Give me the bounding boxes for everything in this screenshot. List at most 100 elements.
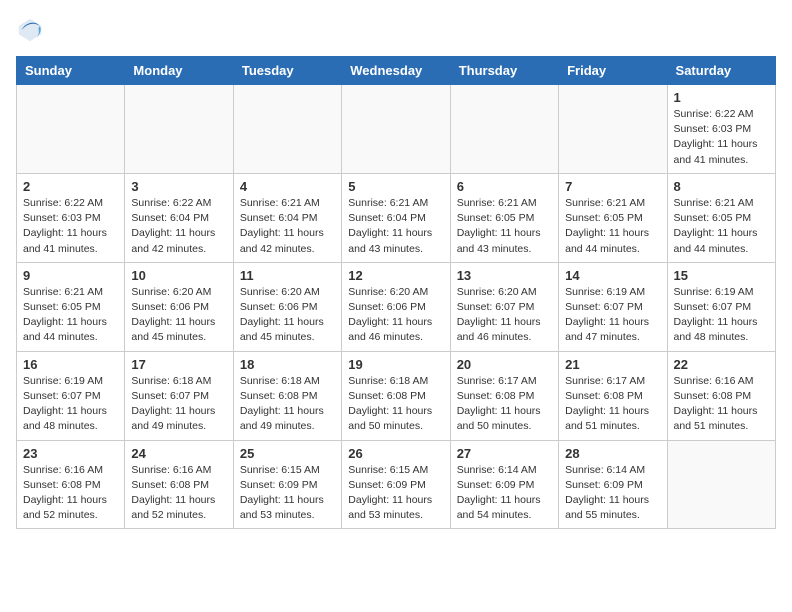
calendar-cell: 7 Sunrise: 6:21 AM Sunset: 6:05 PM Daylig…	[559, 173, 667, 262]
calendar-table: SundayMondayTuesdayWednesdayThursdayFrid…	[16, 56, 776, 529]
calendar-week-row: 16 Sunrise: 6:19 AM Sunset: 6:07 PM Dayli…	[17, 351, 776, 440]
calendar-cell: 15 Sunrise: 6:19 AM Sunset: 6:07 PM Dayli…	[667, 262, 775, 351]
day-number: 8	[674, 179, 769, 194]
calendar-cell: 11 Sunrise: 6:20 AM Sunset: 6:06 PM Dayli…	[233, 262, 341, 351]
day-number: 9	[23, 268, 118, 283]
calendar-cell: 21 Sunrise: 6:17 AM Sunset: 6:08 PM Dayli…	[559, 351, 667, 440]
calendar-cell	[342, 85, 450, 174]
day-number: 25	[240, 446, 335, 461]
day-number: 11	[240, 268, 335, 283]
day-info: Sunrise: 6:20 AM Sunset: 6:06 PM Dayligh…	[348, 285, 443, 346]
weekday-header-wednesday: Wednesday	[342, 57, 450, 85]
day-info: Sunrise: 6:21 AM Sunset: 6:05 PM Dayligh…	[23, 285, 118, 346]
calendar-cell: 26 Sunrise: 6:15 AM Sunset: 6:09 PM Dayli…	[342, 440, 450, 529]
day-info: Sunrise: 6:16 AM Sunset: 6:08 PM Dayligh…	[674, 374, 769, 435]
day-info: Sunrise: 6:16 AM Sunset: 6:08 PM Dayligh…	[131, 463, 226, 524]
day-number: 4	[240, 179, 335, 194]
calendar-week-row: 23 Sunrise: 6:16 AM Sunset: 6:08 PM Dayli…	[17, 440, 776, 529]
day-number: 7	[565, 179, 660, 194]
day-number: 6	[457, 179, 552, 194]
calendar-cell	[667, 440, 775, 529]
day-info: Sunrise: 6:21 AM Sunset: 6:05 PM Dayligh…	[565, 196, 660, 257]
calendar-cell	[450, 85, 558, 174]
day-info: Sunrise: 6:19 AM Sunset: 6:07 PM Dayligh…	[674, 285, 769, 346]
day-info: Sunrise: 6:20 AM Sunset: 6:06 PM Dayligh…	[240, 285, 335, 346]
calendar-cell: 18 Sunrise: 6:18 AM Sunset: 6:08 PM Dayli…	[233, 351, 341, 440]
calendar-week-row: 2Sunrise: 6:22 AM Sunset: 6:03 PM Daylig…	[17, 173, 776, 262]
day-number: 2	[23, 179, 118, 194]
day-number: 16	[23, 357, 118, 372]
day-info: Sunrise: 6:21 AM Sunset: 6:04 PM Dayligh…	[240, 196, 335, 257]
calendar-cell: 10 Sunrise: 6:20 AM Sunset: 6:06 PM Dayli…	[125, 262, 233, 351]
day-info: Sunrise: 6:21 AM Sunset: 6:05 PM Dayligh…	[674, 196, 769, 257]
calendar-cell: 2Sunrise: 6:22 AM Sunset: 6:03 PM Daylig…	[17, 173, 125, 262]
day-number: 14	[565, 268, 660, 283]
day-info: Sunrise: 6:21 AM Sunset: 6:04 PM Dayligh…	[348, 196, 443, 257]
day-info: Sunrise: 6:18 AM Sunset: 6:08 PM Dayligh…	[348, 374, 443, 435]
calendar-cell	[559, 85, 667, 174]
day-info: Sunrise: 6:16 AM Sunset: 6:08 PM Dayligh…	[23, 463, 118, 524]
day-number: 3	[131, 179, 226, 194]
day-number: 18	[240, 357, 335, 372]
weekday-header-sunday: Sunday	[17, 57, 125, 85]
calendar-cell: 17 Sunrise: 6:18 AM Sunset: 6:07 PM Dayli…	[125, 351, 233, 440]
weekday-header-friday: Friday	[559, 57, 667, 85]
day-number: 5	[348, 179, 443, 194]
calendar-cell	[233, 85, 341, 174]
weekday-header-thursday: Thursday	[450, 57, 558, 85]
day-info: Sunrise: 6:17 AM Sunset: 6:08 PM Dayligh…	[565, 374, 660, 435]
day-info: Sunrise: 6:15 AM Sunset: 6:09 PM Dayligh…	[240, 463, 335, 524]
day-info: Sunrise: 6:20 AM Sunset: 6:06 PM Dayligh…	[131, 285, 226, 346]
calendar-week-row: 9 Sunrise: 6:21 AM Sunset: 6:05 PM Daylig…	[17, 262, 776, 351]
day-number: 20	[457, 357, 552, 372]
weekday-header-saturday: Saturday	[667, 57, 775, 85]
calendar-cell: 6 Sunrise: 6:21 AM Sunset: 6:05 PM Daylig…	[450, 173, 558, 262]
day-info: Sunrise: 6:15 AM Sunset: 6:09 PM Dayligh…	[348, 463, 443, 524]
calendar-cell: 3 Sunrise: 6:22 AM Sunset: 6:04 PM Daylig…	[125, 173, 233, 262]
day-info: Sunrise: 6:18 AM Sunset: 6:07 PM Dayligh…	[131, 374, 226, 435]
day-info: Sunrise: 6:14 AM Sunset: 6:09 PM Dayligh…	[565, 463, 660, 524]
calendar-cell: 19Sunrise: 6:18 AM Sunset: 6:08 PM Dayli…	[342, 351, 450, 440]
calendar-cell: 28 Sunrise: 6:14 AM Sunset: 6:09 PM Dayli…	[559, 440, 667, 529]
day-info: Sunrise: 6:17 AM Sunset: 6:08 PM Dayligh…	[457, 374, 552, 435]
day-number: 27	[457, 446, 552, 461]
day-info: Sunrise: 6:19 AM Sunset: 6:07 PM Dayligh…	[23, 374, 118, 435]
day-info: Sunrise: 6:14 AM Sunset: 6:09 PM Dayligh…	[457, 463, 552, 524]
day-info: Sunrise: 6:19 AM Sunset: 6:07 PM Dayligh…	[565, 285, 660, 346]
weekday-header-tuesday: Tuesday	[233, 57, 341, 85]
day-number: 12	[348, 268, 443, 283]
day-number: 26	[348, 446, 443, 461]
day-info: Sunrise: 6:18 AM Sunset: 6:08 PM Dayligh…	[240, 374, 335, 435]
calendar-cell: 16 Sunrise: 6:19 AM Sunset: 6:07 PM Dayli…	[17, 351, 125, 440]
day-info: Sunrise: 6:20 AM Sunset: 6:07 PM Dayligh…	[457, 285, 552, 346]
weekday-header-row: SundayMondayTuesdayWednesdayThursdayFrid…	[17, 57, 776, 85]
calendar-cell: 23 Sunrise: 6:16 AM Sunset: 6:08 PM Dayli…	[17, 440, 125, 529]
calendar-cell: 9 Sunrise: 6:21 AM Sunset: 6:05 PM Daylig…	[17, 262, 125, 351]
day-info: Sunrise: 6:22 AM Sunset: 6:03 PM Dayligh…	[674, 107, 769, 168]
day-number: 21	[565, 357, 660, 372]
calendar-cell: 4 Sunrise: 6:21 AM Sunset: 6:04 PM Daylig…	[233, 173, 341, 262]
calendar-cell: 25 Sunrise: 6:15 AM Sunset: 6:09 PM Dayli…	[233, 440, 341, 529]
calendar-cell: 20 Sunrise: 6:17 AM Sunset: 6:08 PM Dayli…	[450, 351, 558, 440]
calendar-cell: 8 Sunrise: 6:21 AM Sunset: 6:05 PM Daylig…	[667, 173, 775, 262]
calendar-week-row: 1Sunrise: 6:22 AM Sunset: 6:03 PM Daylig…	[17, 85, 776, 174]
calendar-cell: 24 Sunrise: 6:16 AM Sunset: 6:08 PM Dayli…	[125, 440, 233, 529]
day-number: 23	[23, 446, 118, 461]
day-info: Sunrise: 6:21 AM Sunset: 6:05 PM Dayligh…	[457, 196, 552, 257]
day-number: 15	[674, 268, 769, 283]
day-number: 24	[131, 446, 226, 461]
weekday-header-monday: Monday	[125, 57, 233, 85]
logo-icon	[16, 16, 44, 44]
day-number: 28	[565, 446, 660, 461]
calendar-cell	[17, 85, 125, 174]
day-number: 17	[131, 357, 226, 372]
day-info: Sunrise: 6:22 AM Sunset: 6:04 PM Dayligh…	[131, 196, 226, 257]
calendar-cell: 14 Sunrise: 6:19 AM Sunset: 6:07 PM Dayli…	[559, 262, 667, 351]
calendar-cell: 27 Sunrise: 6:14 AM Sunset: 6:09 PM Dayli…	[450, 440, 558, 529]
day-number: 10	[131, 268, 226, 283]
day-number: 22	[674, 357, 769, 372]
calendar-cell: 12 Sunrise: 6:20 AM Sunset: 6:06 PM Dayli…	[342, 262, 450, 351]
calendar-cell: 13 Sunrise: 6:20 AM Sunset: 6:07 PM Dayli…	[450, 262, 558, 351]
day-number: 13	[457, 268, 552, 283]
calendar-cell: 22 Sunrise: 6:16 AM Sunset: 6:08 PM Dayli…	[667, 351, 775, 440]
